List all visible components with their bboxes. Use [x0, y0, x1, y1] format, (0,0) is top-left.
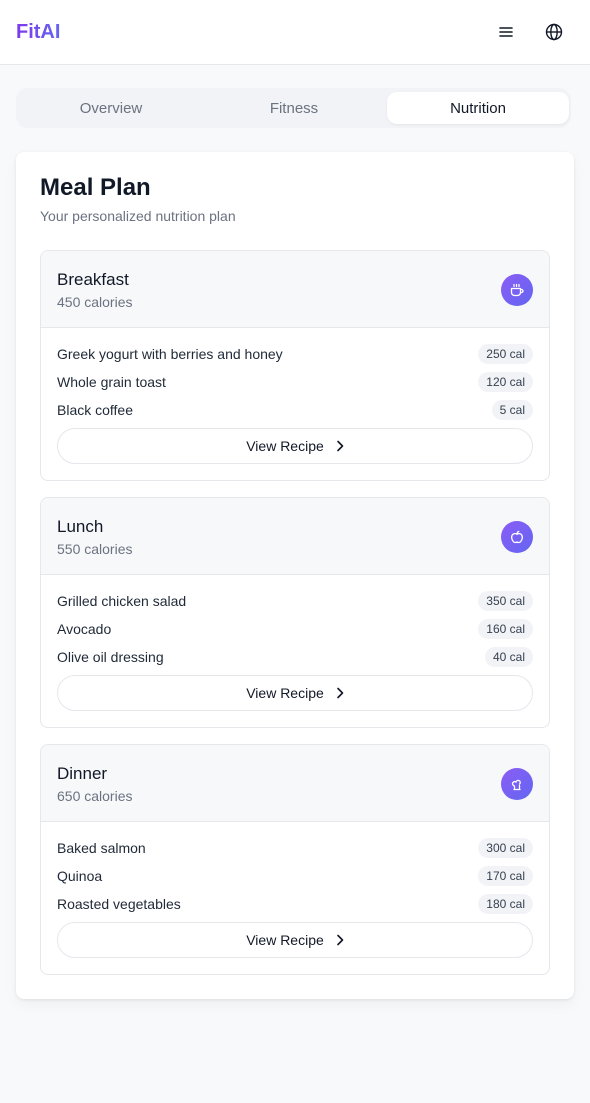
view-recipe-button[interactable]: View Recipe: [57, 675, 533, 711]
menu-icon: [499, 26, 513, 38]
calorie-badge: 300 cal: [478, 838, 533, 858]
list-item: Greek yogurt with berries and honey 250 …: [57, 344, 533, 364]
food-name: Quinoa: [57, 868, 103, 884]
app-header: FitAI: [0, 0, 590, 65]
button-label: View Recipe: [246, 438, 324, 454]
menu-button[interactable]: [494, 20, 518, 44]
tab-fitness[interactable]: Fitness: [203, 92, 385, 124]
chevron-right-icon: [336, 934, 344, 946]
view-recipe-button[interactable]: View Recipe: [57, 922, 533, 958]
meal-calories: 450 calories: [57, 294, 133, 310]
page-subtitle: Your personalized nutrition plan: [40, 208, 236, 224]
meal-header: Dinner 650 calories: [41, 745, 549, 822]
list-item: Grilled chicken salad 350 cal: [57, 591, 533, 611]
globe-icon: [545, 23, 563, 41]
meal-header: Breakfast 450 calories: [41, 251, 549, 328]
meal-card-breakfast: Breakfast 450 calories Greek yogurt with…: [40, 250, 550, 481]
calorie-badge: 350 cal: [478, 591, 533, 611]
list-item: Quinoa 170 cal: [57, 866, 533, 886]
meal-name: Dinner: [57, 764, 108, 783]
meal-header: Lunch 550 calories: [41, 498, 549, 575]
section-tabs: Overview Fitness Nutrition: [16, 88, 571, 128]
button-label: View Recipe: [246, 932, 324, 948]
calorie-badge: 250 cal: [478, 344, 533, 364]
calorie-badge: 120 cal: [478, 372, 533, 392]
food-name: Black coffee: [57, 402, 134, 418]
tab-nutrition[interactable]: Nutrition: [387, 92, 569, 124]
apple-icon: [501, 521, 533, 553]
calorie-badge: 180 cal: [478, 894, 533, 914]
page-title: Meal Plan: [40, 174, 151, 201]
food-name: Whole grain toast: [57, 374, 166, 390]
meal-name: Lunch: [57, 517, 104, 536]
food-name: Roasted vegetables: [57, 896, 181, 912]
language-button[interactable]: [542, 20, 566, 44]
food-name: Avocado: [57, 621, 112, 637]
coffee-icon: [501, 274, 533, 306]
calorie-badge: 40 cal: [484, 647, 533, 667]
list-item: Avocado 160 cal: [57, 619, 533, 639]
meal-name: Breakfast: [57, 270, 129, 289]
meal-card-dinner: Dinner 650 calories Baked salmon 300 cal…: [40, 744, 550, 975]
meal-calories: 650 calories: [57, 788, 133, 804]
food-name: Greek yogurt with berries and honey: [57, 346, 283, 362]
chevron-right-icon: [336, 687, 344, 699]
button-label: View Recipe: [246, 685, 324, 701]
food-name: Baked salmon: [57, 840, 146, 856]
list-item: Roasted vegetables 180 cal: [57, 894, 533, 914]
list-item: Baked salmon 300 cal: [57, 838, 533, 858]
chef-hat-icon: [501, 768, 533, 800]
calorie-badge: 5 cal: [491, 400, 533, 420]
view-recipe-button[interactable]: View Recipe: [57, 428, 533, 464]
list-item: Olive oil dressing 40 cal: [57, 647, 533, 667]
food-name: Grilled chicken salad: [57, 593, 187, 609]
chevron-right-icon: [336, 440, 344, 452]
meal-card-lunch: Lunch 550 calories Grilled chicken salad…: [40, 497, 550, 728]
app-logo[interactable]: FitAI: [16, 20, 60, 44]
meal-plan-card: Meal Plan Your personalized nutrition pl…: [16, 152, 574, 999]
tab-overview[interactable]: Overview: [20, 92, 202, 124]
food-name: Olive oil dressing: [57, 649, 164, 665]
list-item: Whole grain toast 120 cal: [57, 372, 533, 392]
calorie-badge: 160 cal: [478, 619, 533, 639]
meal-calories: 550 calories: [57, 541, 133, 557]
list-item: Black coffee 5 cal: [57, 400, 533, 420]
calorie-badge: 170 cal: [478, 866, 533, 886]
